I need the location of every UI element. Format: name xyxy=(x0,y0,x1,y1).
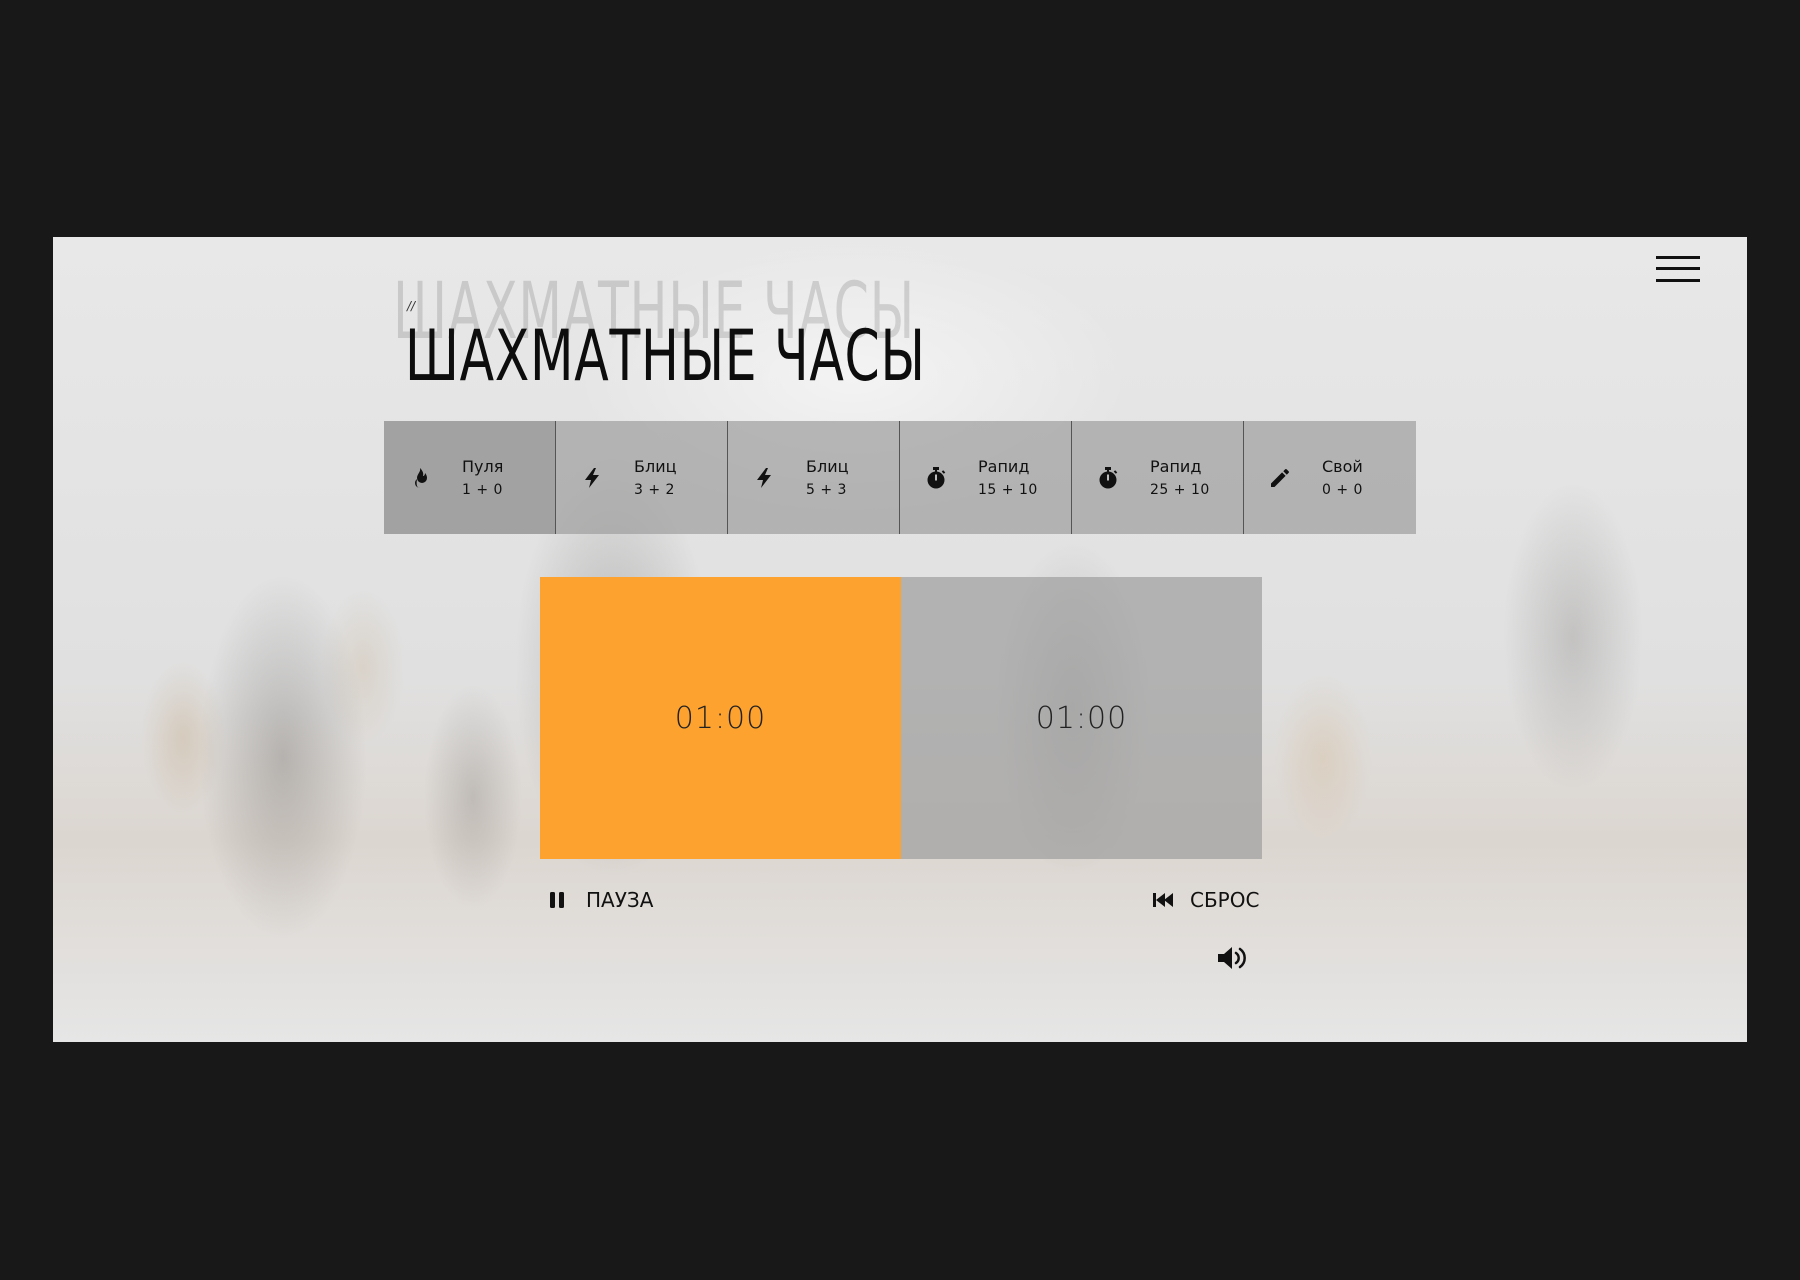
preset-blitz-3-2[interactable]: Блиц 3 + 2 xyxy=(556,421,728,534)
preset-time: 25 + 10 xyxy=(1150,482,1210,498)
reset-label: СБРОС xyxy=(1190,888,1260,912)
preset-name: Свой xyxy=(1322,457,1363,476)
volume-icon[interactable] xyxy=(1216,944,1248,972)
pause-icon xyxy=(550,892,564,908)
player-two-clock[interactable]: 01:00 xyxy=(901,577,1262,859)
preset-name: Пуля xyxy=(462,457,504,476)
preset-name: Блиц xyxy=(806,457,849,476)
player-two-time: 01:00 xyxy=(1035,700,1128,736)
title-prefix: // xyxy=(407,299,416,313)
preset-name: Блиц xyxy=(634,457,677,476)
preset-name: Рапид xyxy=(1150,457,1202,476)
hamburger-menu-icon[interactable] xyxy=(1656,254,1700,286)
pause-button[interactable]: ПАУЗА xyxy=(548,888,653,912)
preset-time: 5 + 3 xyxy=(806,482,847,498)
lightning-icon xyxy=(757,467,771,488)
preset-name: Рапид xyxy=(978,457,1030,476)
preset-time: 1 + 0 xyxy=(462,482,503,498)
preset-bar: Пуля 1 + 0 Блиц 3 + 2 Блиц 5 + 3 Рапид 1… xyxy=(384,421,1418,534)
player-one-clock[interactable]: 01:00 xyxy=(540,577,901,859)
preset-time: 3 + 2 xyxy=(634,482,675,498)
preset-bullet-1-0[interactable]: Пуля 1 + 0 xyxy=(384,421,556,534)
page-title: ШАХМАТНЫЕ ЧАСЫ xyxy=(405,315,926,397)
stopwatch-icon xyxy=(927,466,946,488)
preset-rapid-25-10[interactable]: Рапид 25 + 10 xyxy=(1072,421,1244,534)
fire-icon xyxy=(415,467,427,488)
pencil-icon xyxy=(1271,468,1289,487)
preset-time: 0 + 0 xyxy=(1322,482,1363,498)
preset-blitz-5-3[interactable]: Блиц 5 + 3 xyxy=(728,421,900,534)
reset-button[interactable]: СБРОС xyxy=(1152,888,1259,912)
player-one-time: 01:00 xyxy=(674,700,767,736)
rewind-icon xyxy=(1153,893,1173,907)
preset-rapid-15-10[interactable]: Рапид 15 + 10 xyxy=(900,421,1072,534)
preset-time: 15 + 10 xyxy=(978,482,1038,498)
lightning-icon xyxy=(585,467,599,488)
stopwatch-icon xyxy=(1099,466,1118,488)
pause-label: ПАУЗА xyxy=(586,888,654,912)
preset-custom[interactable]: Свой 0 + 0 xyxy=(1244,421,1416,534)
chess-clock-app: ШАХМАТНЫЕ ЧАСЫ // ШАХМАТНЫЕ ЧАСЫ Пуля 1 … xyxy=(53,237,1747,1042)
